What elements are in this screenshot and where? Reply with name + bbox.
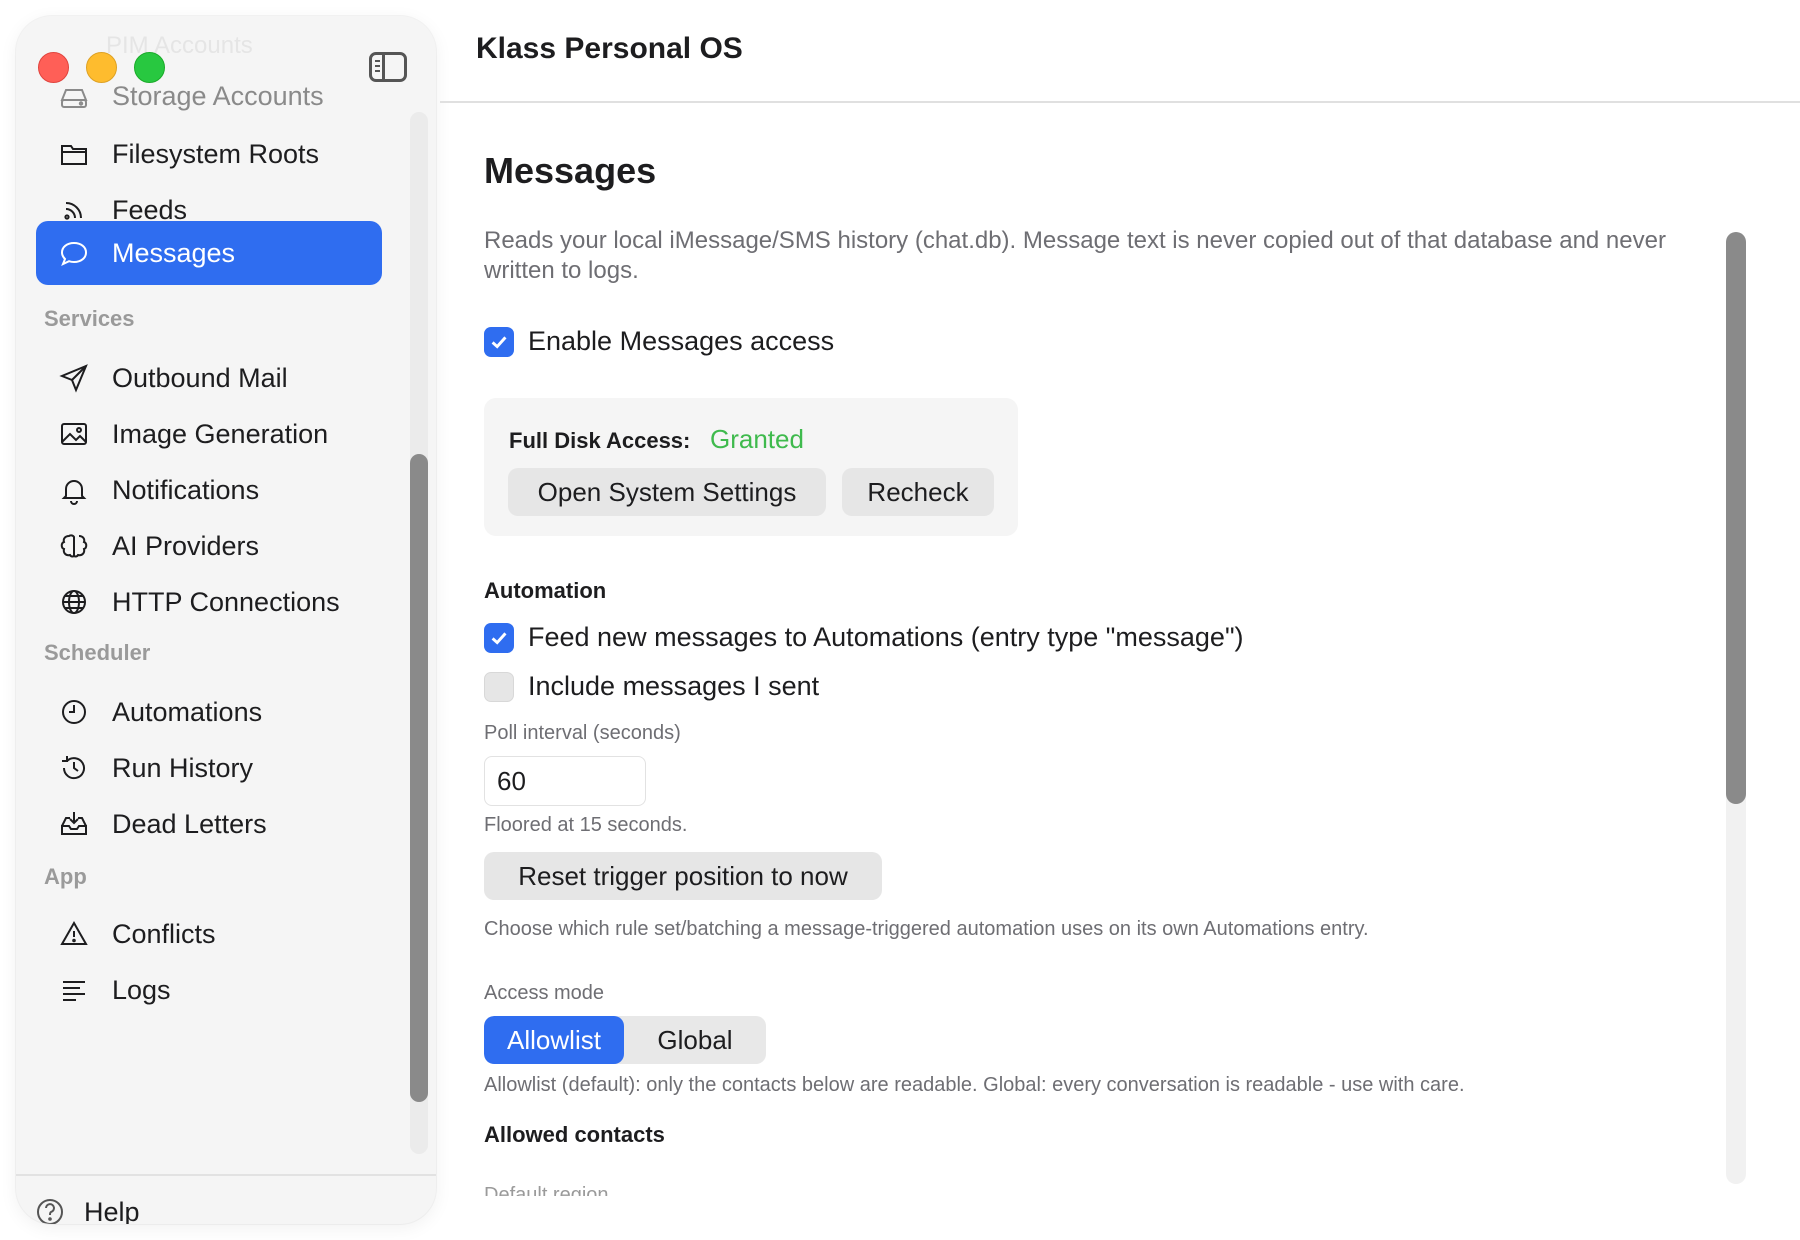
- lines-icon: [56, 972, 92, 1008]
- chat-bubble-icon: [56, 235, 92, 271]
- sidebar-item-label: Logs: [112, 974, 171, 1005]
- sidebar-item-image-generation[interactable]: Image Generation: [36, 402, 382, 466]
- full-disk-access-panel: Full Disk Access: Granted Open System Se…: [484, 398, 1018, 536]
- poll-interval-input[interactable]: 60: [484, 756, 646, 806]
- sidebar-scrollbar-thumb[interactable]: [410, 454, 428, 1102]
- sidebar-item-conflicts[interactable]: Conflicts: [36, 902, 382, 966]
- sidebar-item-label: HTTP Connections: [112, 586, 340, 617]
- header-divider: [440, 101, 1800, 103]
- checkmark-icon: [491, 335, 507, 349]
- default-region-label: Default region: [484, 1184, 609, 1196]
- sidebar: PIM Accounts Storage Accounts Filesystem…: [16, 16, 436, 1224]
- sidebar-item-messages[interactable]: Messages: [36, 221, 382, 285]
- image-icon: [56, 416, 92, 452]
- access-mode-allowlist-option[interactable]: Allowlist: [484, 1016, 624, 1064]
- sidebar-item-automations[interactable]: Automations: [36, 680, 382, 744]
- inbox-tray-icon: [56, 806, 92, 842]
- sidebar-item-filesystem-roots[interactable]: Filesystem Roots: [36, 122, 382, 186]
- reset-trigger-hint: Choose which rule set/batching a message…: [484, 918, 1369, 940]
- include-sent-checkbox[interactable]: [484, 671, 514, 702]
- sidebar-toggle-icon[interactable]: [369, 52, 407, 82]
- bell-icon: [56, 472, 92, 508]
- access-mode-global-option[interactable]: Global: [624, 1016, 766, 1064]
- enable-messages-access-checkbox[interactable]: [484, 326, 514, 357]
- warning-icon: [56, 916, 92, 952]
- access-mode-segmented-control: Allowlist Global: [484, 1016, 766, 1064]
- poll-interval-hint: Floored at 15 seconds.: [484, 814, 688, 836]
- brain-icon: [56, 528, 92, 564]
- poll-interval-label: Poll interval (seconds): [484, 722, 681, 744]
- feed-new-messages-checkbox[interactable]: [484, 622, 514, 653]
- sidebar-item-notifications[interactable]: Notifications: [36, 458, 382, 522]
- full-disk-access-status: Granted: [710, 424, 804, 454]
- sidebar-item-label: Notifications: [112, 474, 260, 505]
- full-disk-access-label: Full Disk Access:: [509, 428, 691, 453]
- sidebar-item-label: Automations: [112, 696, 263, 727]
- window-controls: [38, 52, 165, 83]
- sidebar-item-http-connections[interactable]: HTTP Connections: [36, 570, 382, 634]
- access-mode-label: Access mode: [484, 982, 605, 1004]
- sidebar-item-label: Conflicts: [112, 918, 216, 949]
- zoom-window-button[interactable]: [134, 52, 165, 83]
- allowed-contacts-heading: Allowed contacts: [484, 1122, 665, 1147]
- help-icon: [37, 1199, 63, 1224]
- minimize-window-button[interactable]: [86, 52, 117, 83]
- section-label-scheduler: Scheduler: [44, 640, 151, 665]
- sidebar-item-logs[interactable]: Logs: [36, 958, 382, 1022]
- paper-plane-icon: [56, 360, 92, 396]
- sidebar-item-label: Storage Accounts: [112, 80, 324, 111]
- enable-messages-access-row[interactable]: Enable Messages access: [484, 326, 834, 357]
- open-system-settings-button[interactable]: Open System Settings: [508, 468, 826, 516]
- globe-icon: [56, 584, 92, 620]
- include-sent-label: Include messages I sent: [528, 671, 820, 701]
- sidebar-item-label: Dead Letters: [112, 808, 267, 839]
- access-mode-hint: Allowlist (default): only the contacts b…: [484, 1074, 1465, 1096]
- feed-new-messages-row[interactable]: Feed new messages to Automations (entry …: [484, 622, 1244, 653]
- recheck-button[interactable]: Recheck: [842, 468, 994, 516]
- sidebar-divider: [16, 1174, 436, 1176]
- app-title: Klass Personal OS: [476, 32, 743, 65]
- sidebar-item-label: Messages: [112, 237, 236, 268]
- history-icon: [56, 750, 92, 786]
- help-label: Help: [84, 1196, 140, 1225]
- storage-icon: [56, 78, 92, 114]
- sidebar-item-outbound-mail[interactable]: Outbound Mail: [36, 346, 382, 410]
- clock-icon: [56, 694, 92, 730]
- sidebar-item-label: Outbound Mail: [112, 362, 288, 393]
- sidebar-item-label: Filesystem Roots: [112, 138, 320, 169]
- sidebar-item-dead-letters[interactable]: Dead Letters: [36, 792, 382, 856]
- section-label-app: App: [44, 864, 87, 889]
- folder-icon: [56, 136, 92, 172]
- automation-heading: Automation: [484, 578, 607, 603]
- sidebar-item-label: Run History: [112, 752, 254, 783]
- close-window-button[interactable]: [38, 52, 69, 83]
- feed-new-messages-label: Feed new messages to Automations (entry …: [528, 622, 1244, 652]
- section-label-services: Services: [44, 306, 135, 331]
- page-title: Messages: [484, 150, 657, 191]
- checkmark-icon: [491, 631, 507, 645]
- sidebar-item-run-history[interactable]: Run History: [36, 736, 382, 800]
- sidebar-item-ai-providers[interactable]: AI Providers: [36, 514, 382, 578]
- sidebar-item-label: AI Providers: [112, 530, 260, 561]
- help-button[interactable]: Help: [34, 1186, 140, 1224]
- sidebar-item-label: Image Generation: [112, 418, 329, 449]
- enable-messages-access-label: Enable Messages access: [528, 326, 835, 356]
- include-sent-row[interactable]: Include messages I sent: [484, 671, 819, 702]
- reset-trigger-position-button[interactable]: Reset trigger position to now: [484, 852, 882, 900]
- main-scrollbar-thumb[interactable]: [1726, 232, 1746, 804]
- page-description: Reads your local iMessage/SMS history (c…: [484, 227, 1666, 284]
